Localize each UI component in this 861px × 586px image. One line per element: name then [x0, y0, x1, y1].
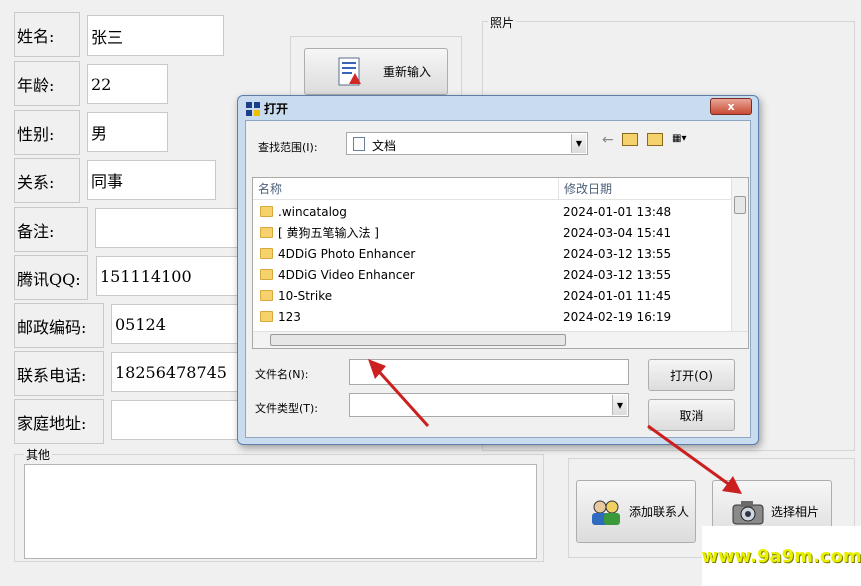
other-textarea[interactable] — [24, 464, 537, 559]
postcode-field[interactable]: 05124 — [111, 304, 241, 344]
folder-icon — [260, 269, 273, 280]
note-field[interactable] — [95, 208, 240, 248]
address-field[interactable] — [111, 400, 241, 440]
label-address: 家庭地址: — [14, 399, 104, 444]
name-field[interactable]: 张三 — [87, 15, 224, 56]
list-item[interactable]: [ 黄狗五笔输入法 ] 2024-03-04 15:41 — [253, 222, 729, 243]
watermark: www.9a9m.com — [701, 526, 861, 586]
qq-field[interactable]: 151114100 — [96, 256, 241, 296]
phone-field[interactable]: 18256478745 — [111, 352, 241, 392]
list-item[interactable]: 4DDiG Photo Enhancer 2024-03-12 13:55 — [253, 243, 729, 264]
label-postcode: 邮政编码: — [14, 303, 104, 348]
label-name: 姓名: — [14, 12, 80, 57]
documents-icon — [353, 137, 365, 151]
filename-label: 文件名(N): — [255, 368, 309, 381]
add-contact-button[interactable]: 添加联系人 — [576, 480, 696, 543]
filetype-label: 文件类型(T): — [255, 402, 319, 415]
new-folder-icon[interactable] — [647, 133, 663, 146]
photo-group-title: 照片 — [488, 14, 517, 31]
filename-input[interactable] — [349, 359, 629, 385]
list-item[interactable]: 123 2024-02-19 16:19 — [253, 306, 729, 327]
list-item[interactable]: 4DDiG Video Enhancer 2024-03-12 13:55 — [253, 264, 729, 285]
dialog-app-icon — [246, 101, 260, 116]
vertical-scrollbar[interactable] — [731, 178, 748, 333]
dialog-title-bar: 打开 — [246, 100, 288, 116]
look-in-combo[interactable]: 文档 ▼ — [346, 132, 588, 155]
label-note: 备注: — [14, 207, 88, 252]
look-in-label: 查找范围(I): — [258, 141, 318, 154]
reset-button[interactable]: 重新输入 — [304, 48, 448, 95]
cancel-button[interactable]: 取消 — [648, 399, 735, 431]
document-icon — [337, 57, 363, 87]
dialog-body: 查找范围(I): 文档 ▼ ← ▦▾ 名称 修改日期 .wincatalog 20… — [245, 120, 751, 438]
list-item[interactable]: 10-Strike 2024-01-01 11:45 — [253, 285, 729, 306]
chevron-down-icon[interactable]: ▼ — [612, 395, 627, 415]
folder-icon — [260, 290, 273, 301]
label-age: 年龄: — [14, 61, 80, 106]
open-button[interactable]: 打开(O) — [648, 359, 735, 391]
column-header-name[interactable]: 名称 — [253, 178, 559, 200]
dialog-close-button[interactable]: x — [710, 98, 752, 115]
folder-icon — [260, 227, 273, 238]
chevron-down-icon[interactable]: ▼ — [571, 134, 586, 153]
camera-icon — [731, 498, 765, 526]
relation-field[interactable]: 同事 — [87, 160, 216, 200]
view-menu-icon[interactable]: ▦▾ — [672, 133, 694, 146]
folder-icon — [260, 248, 273, 259]
label-gender: 性别: — [14, 110, 80, 155]
folder-icon — [260, 206, 273, 217]
other-group-title: 其他 — [24, 446, 53, 463]
look-in-value: 文档 — [372, 139, 397, 153]
back-icon[interactable]: ← — [602, 132, 614, 148]
column-header-date[interactable]: 修改日期 — [559, 178, 732, 200]
label-relation: 关系: — [14, 158, 80, 203]
label-qq: 腾讯QQ: — [14, 255, 88, 300]
scroll-thumb[interactable] — [270, 334, 566, 346]
gender-field[interactable]: 男 — [87, 112, 168, 152]
list-item[interactable]: .wincatalog 2024-01-01 13:48 — [253, 201, 729, 222]
file-list[interactable]: 名称 修改日期 .wincatalog 2024-01-01 13:48 [ 黄狗… — [252, 177, 749, 349]
close-icon: x — [727, 100, 735, 113]
contacts-icon — [589, 498, 623, 526]
folder-icon — [260, 311, 273, 322]
choose-photo-label: 选择相片 — [771, 505, 820, 519]
scroll-thumb[interactable] — [734, 196, 746, 214]
dialog-title: 打开 — [264, 101, 289, 116]
reset-button-label: 重新输入 — [383, 65, 432, 79]
add-contact-label: 添加联系人 — [629, 505, 690, 519]
filetype-combo[interactable]: ▼ — [349, 393, 629, 417]
open-file-dialog: 打开 x 查找范围(I): 文档 ▼ ← ▦▾ 名称 修改日期 .wincata… — [237, 95, 759, 445]
label-phone: 联系电话: — [14, 351, 104, 396]
horizontal-scrollbar[interactable] — [253, 331, 748, 348]
up-folder-icon[interactable] — [622, 133, 638, 146]
age-field[interactable]: 22 — [87, 64, 168, 104]
